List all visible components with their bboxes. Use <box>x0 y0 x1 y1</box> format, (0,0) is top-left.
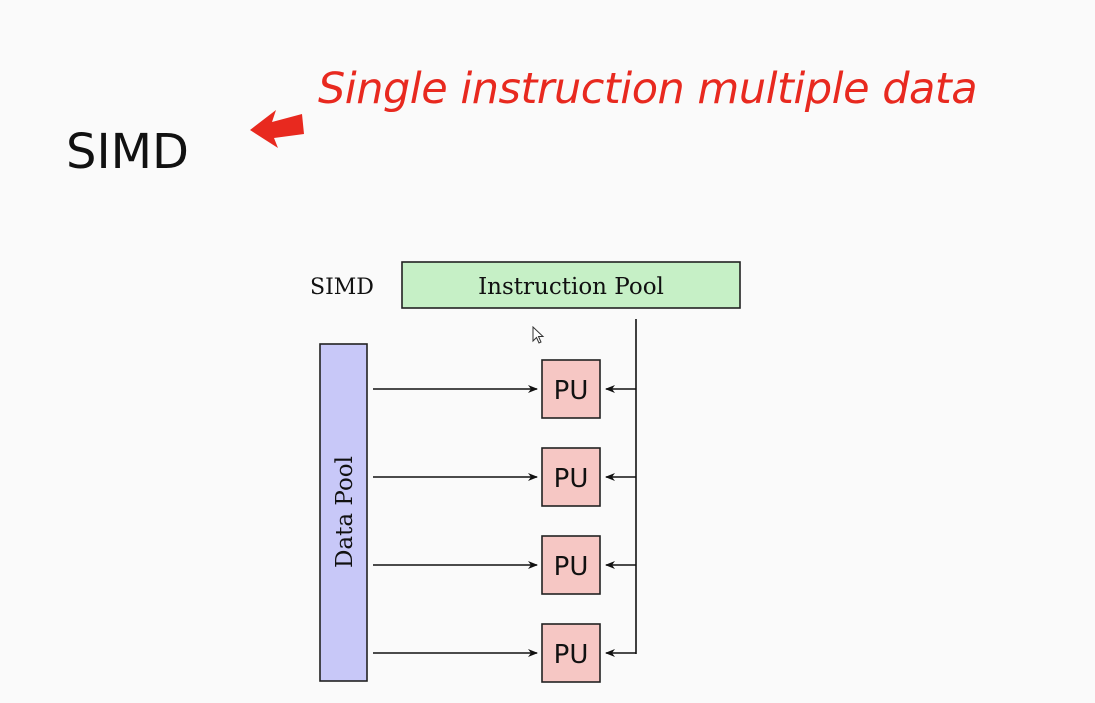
slide: SIMD Single instruction multiple data SI… <box>0 0 1095 703</box>
diagram-simd-label: SIMD <box>310 275 374 300</box>
instruction-pool-label: Instruction Pool <box>478 274 664 300</box>
pu-label-2: PU <box>554 464 589 494</box>
pu-label-1: PU <box>554 376 589 406</box>
simd-diagram: SIMD Instruction Pool Data Pool PU PU PU… <box>310 261 741 683</box>
pu-label-4: PU <box>554 640 589 670</box>
pu-label-3: PU <box>554 552 589 582</box>
mouse-cursor-icon <box>532 326 545 344</box>
data-pool-label: Data Pool <box>332 456 358 568</box>
